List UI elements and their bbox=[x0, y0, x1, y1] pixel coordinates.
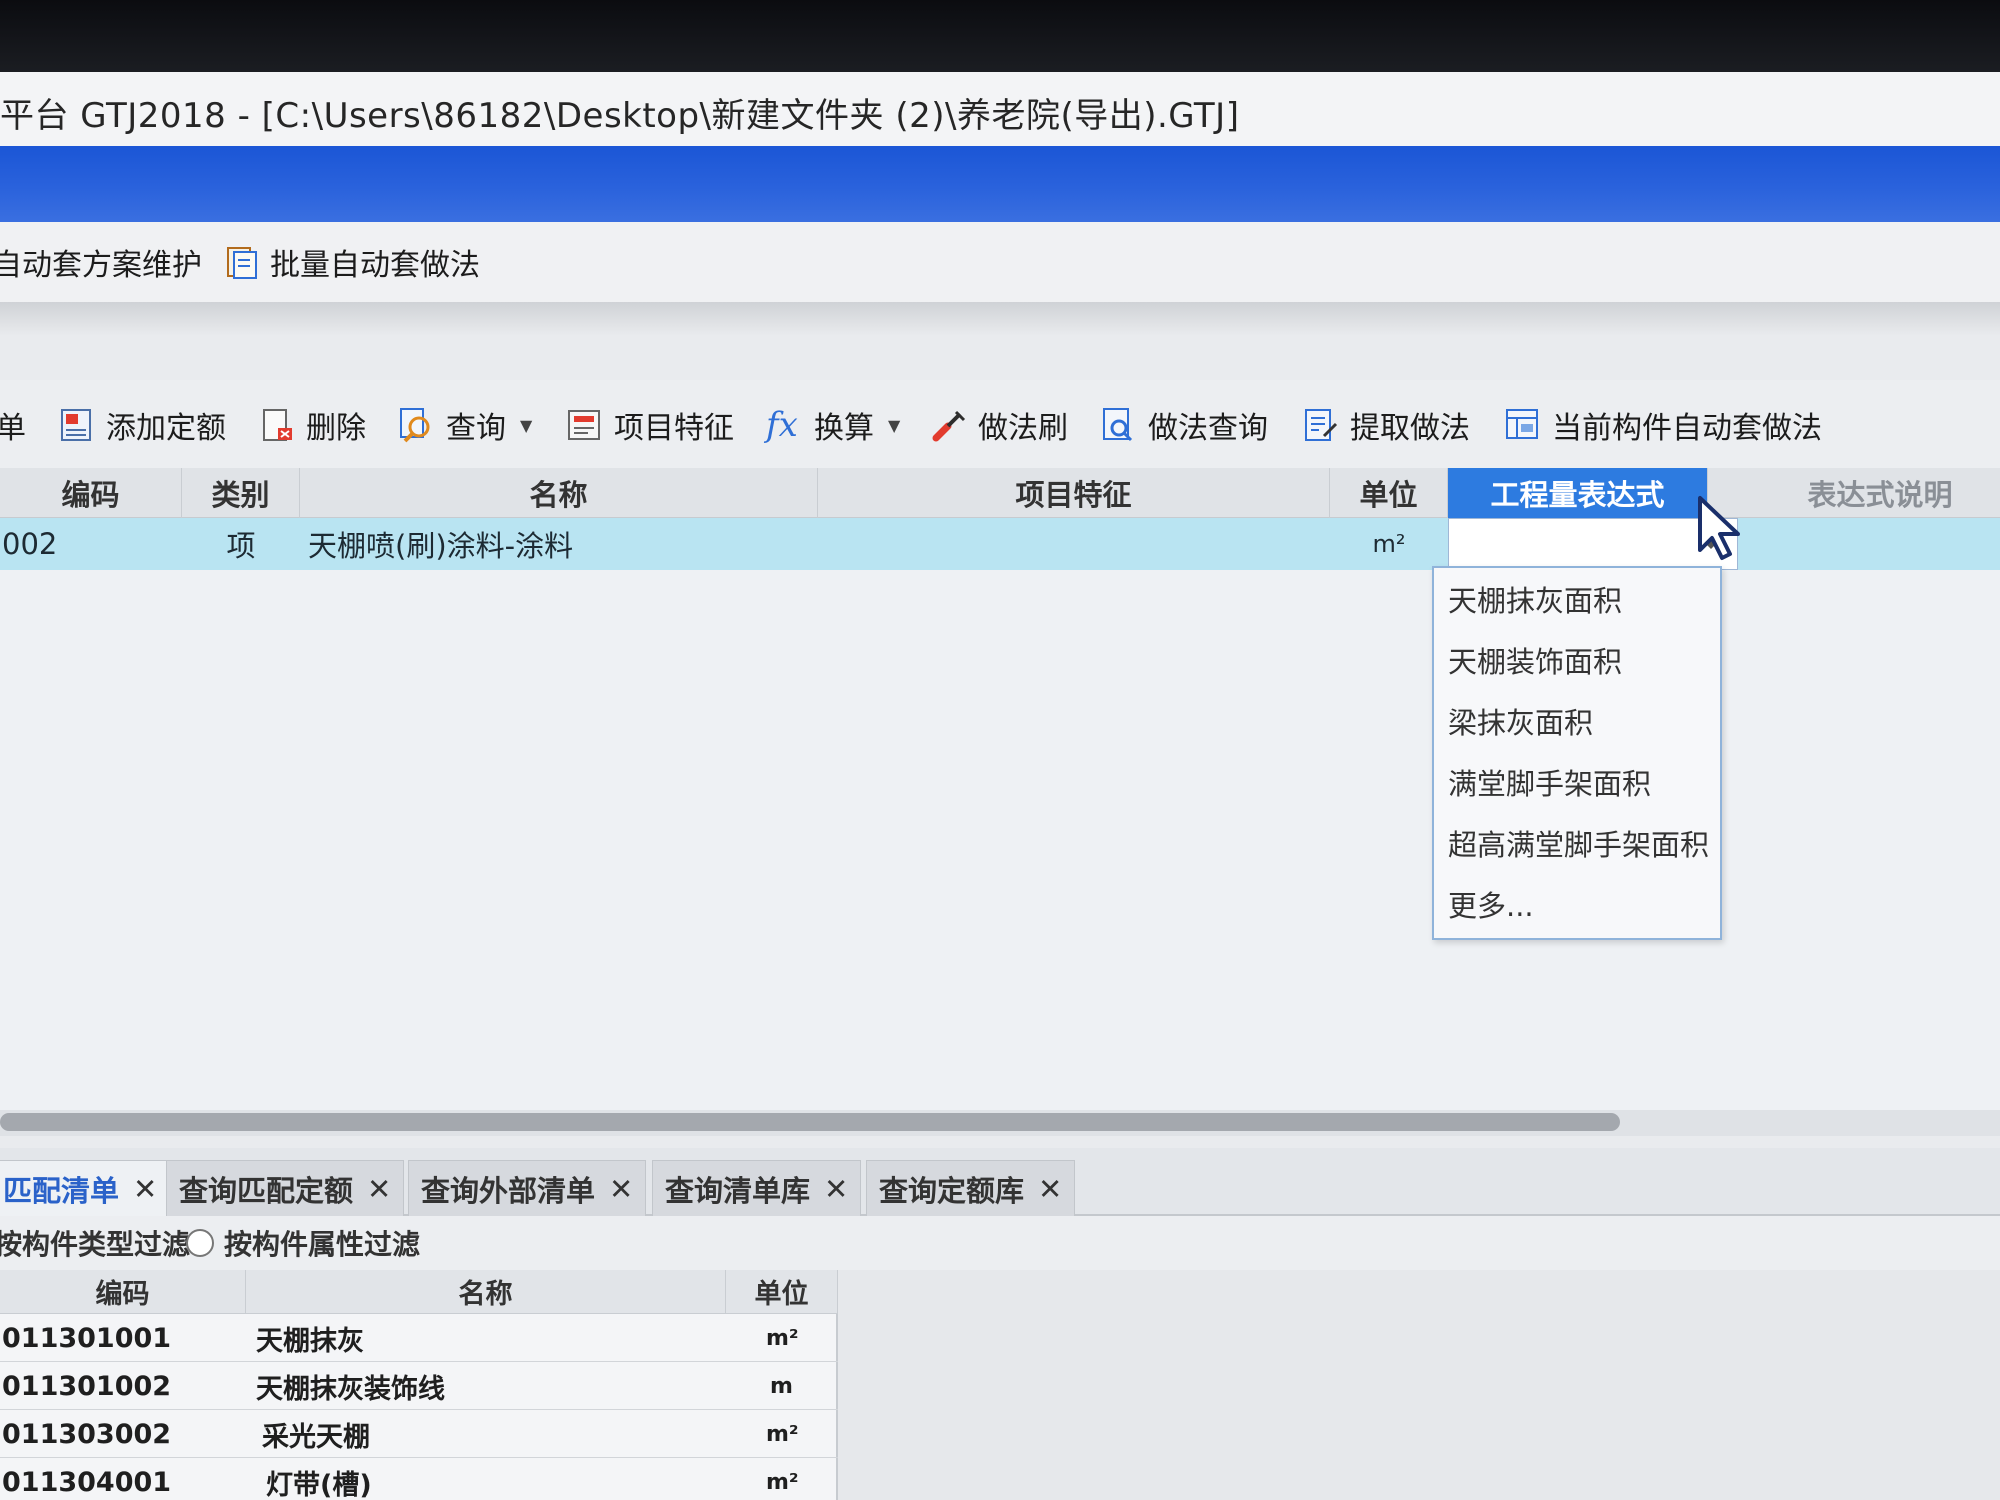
row-unit: m² bbox=[1372, 530, 1406, 558]
method-toolbar: 单 添加定额 删除 查询 ▼ 项目特征 fx 换算 ▼ 做法刷 做法查询 提取做… bbox=[0, 380, 2000, 470]
mouse-cursor-icon bbox=[1696, 494, 1744, 564]
search-icon bbox=[398, 406, 436, 444]
column-header-unit[interactable]: 单位 bbox=[1330, 468, 1448, 518]
filter-row: 按构件类型过滤 按构件属性过滤 bbox=[0, 1216, 2000, 1270]
method-query-label: 做法查询 bbox=[1148, 411, 1268, 446]
match-list-table: 编码 名称 单位 011301001 天棚抹灰 m² 011301002 天棚抹… bbox=[0, 1270, 838, 1500]
ribbon-separator bbox=[0, 302, 2000, 336]
ribbon-toolbar: 自动套方案维护 批量自动套做法 bbox=[0, 222, 2000, 302]
bottom-tab-bar: 匹配清单 ✕ 查询匹配定额 ✕ 查询外部清单 ✕ 查询清单库 ✕ 查询定额库 ✕ bbox=[0, 1148, 2000, 1216]
delete-icon bbox=[258, 406, 296, 444]
extract-method-button[interactable]: 提取做法 bbox=[1302, 380, 1470, 470]
delete-label: 删除 bbox=[306, 411, 366, 446]
feature-icon bbox=[566, 406, 604, 444]
horizontal-scrollbar-thumb[interactable] bbox=[0, 1113, 1620, 1131]
method-brush-label: 做法刷 bbox=[978, 411, 1068, 446]
chevron-down-icon[interactable]: ▼ bbox=[520, 416, 532, 435]
close-icon[interactable]: ✕ bbox=[133, 1172, 157, 1206]
ribbon-tab-bar bbox=[0, 146, 2000, 222]
tab-query-external-list[interactable]: 查询外部清单 ✕ bbox=[408, 1160, 647, 1216]
column-header-unit[interactable]: 单位 bbox=[726, 1270, 838, 1314]
fx-icon: fx bbox=[766, 405, 798, 445]
tab-query-match-quota[interactable]: 查询匹配定额 ✕ bbox=[166, 1160, 405, 1216]
table-row[interactable]: 011304001 灯带(槽) m² bbox=[0, 1458, 838, 1500]
add-quota-label: 添加定额 bbox=[106, 411, 226, 446]
detail-pane bbox=[838, 1270, 2000, 1500]
column-header-code[interactable]: 编码 bbox=[0, 1270, 246, 1314]
dropdown-option-more[interactable]: 更多... bbox=[1434, 873, 1720, 934]
query-label: 查询 bbox=[446, 411, 506, 446]
row-feature[interactable] bbox=[818, 518, 1330, 570]
radio-button[interactable] bbox=[186, 1229, 214, 1257]
dropdown-option-beam-plaster-area[interactable]: 梁抹灰面积 bbox=[1434, 690, 1720, 751]
list-button[interactable]: 单 bbox=[0, 380, 26, 470]
extract-method-label: 提取做法 bbox=[1350, 411, 1470, 446]
column-header-name[interactable]: 名称 bbox=[300, 468, 818, 518]
column-header-code[interactable]: 编码 bbox=[0, 468, 182, 518]
filter-by-attr-option[interactable]: 按构件属性过滤 bbox=[186, 1216, 420, 1270]
table-row[interactable]: 011301001 天棚抹灰 m² bbox=[0, 1314, 838, 1362]
project-feature-button[interactable]: 项目特征 bbox=[566, 380, 734, 470]
table-row[interactable]: 011301002 天棚抹灰装饰线 m bbox=[0, 1362, 838, 1410]
close-icon[interactable]: ✕ bbox=[367, 1172, 391, 1206]
column-header-expression[interactable]: 工程量表达式 bbox=[1448, 468, 1708, 518]
expression-dropdown-list: 天棚抹灰面积 天棚装饰面积 梁抹灰面积 满堂脚手架面积 超高满堂脚手架面积 更多… bbox=[1432, 566, 1722, 940]
batch-auto-apply-button[interactable]: 批量自动套做法 bbox=[224, 222, 480, 302]
title-bar: 平台 GTJ2018 - [C:\Users\86182\Desktop\新建文… bbox=[0, 72, 2000, 146]
dropdown-option-ceiling-plaster-area[interactable]: 天棚抹灰面积 bbox=[1434, 568, 1720, 629]
dropdown-option-ceiling-decoration-area[interactable]: 天棚装饰面积 bbox=[1434, 629, 1720, 690]
table-row[interactable]: 011303002 采光天棚 m² bbox=[0, 1410, 838, 1458]
list-label: 单 bbox=[0, 411, 26, 446]
project-feature-label: 项目特征 bbox=[614, 411, 734, 446]
batch-icon bbox=[224, 244, 260, 280]
close-icon[interactable]: ✕ bbox=[1038, 1172, 1062, 1206]
screen-bezel bbox=[0, 0, 2000, 72]
tab-match-list[interactable]: 匹配清单 ✕ bbox=[0, 1160, 171, 1216]
chevron-down-icon[interactable]: ▼ bbox=[888, 416, 900, 435]
close-icon[interactable]: ✕ bbox=[824, 1172, 848, 1206]
dropdown-option-full-scaffold-area[interactable]: 满堂脚手架面积 bbox=[1434, 751, 1720, 812]
batch-auto-apply-label: 批量自动套做法 bbox=[270, 248, 480, 283]
auto-scheme-maintain-button[interactable]: 自动套方案维护 bbox=[0, 222, 202, 302]
close-icon[interactable]: ✕ bbox=[609, 1172, 633, 1206]
column-header-expression-note[interactable]: 表达式说明 bbox=[1760, 468, 2000, 518]
tab-query-list-library[interactable]: 查询清单库 ✕ bbox=[652, 1160, 862, 1216]
method-query-icon bbox=[1100, 406, 1138, 444]
filter-by-type-option[interactable]: 按构件类型过滤 bbox=[0, 1216, 190, 1270]
delete-button[interactable]: 删除 bbox=[258, 380, 366, 470]
auto-apply-icon bbox=[1504, 406, 1542, 444]
tab-query-quota-library[interactable]: 查询定额库 ✕ bbox=[866, 1160, 1076, 1216]
brush-icon bbox=[930, 406, 968, 444]
row-name: 天棚喷(刷)涂料-涂料 bbox=[308, 529, 574, 563]
row-type: 项 bbox=[226, 529, 256, 563]
auto-apply-current-label: 当前构件自动套做法 bbox=[1552, 411, 1822, 446]
column-header-feature[interactable]: 项目特征 bbox=[818, 468, 1330, 518]
window-title: 平台 GTJ2018 - [C:\Users\86182\Desktop\新建文… bbox=[0, 96, 1240, 136]
method-query-button[interactable]: 做法查询 bbox=[1100, 380, 1268, 470]
auto-apply-current-button[interactable]: 当前构件自动套做法 bbox=[1504, 380, 1822, 470]
extract-icon bbox=[1302, 406, 1340, 444]
conversion-button[interactable]: fx 换算 ▼ bbox=[766, 380, 900, 470]
column-header-name[interactable]: 名称 bbox=[246, 1270, 726, 1314]
conversion-label: 换算 bbox=[814, 411, 874, 446]
add-quota-button[interactable]: 添加定额 bbox=[58, 380, 226, 470]
add-quota-icon bbox=[58, 406, 96, 444]
column-header-type[interactable]: 类别 bbox=[182, 468, 300, 518]
row-code: 002 bbox=[2, 527, 58, 561]
dropdown-option-super-high-scaffold-area[interactable]: 超高满堂脚手架面积 bbox=[1434, 812, 1720, 873]
method-brush-button[interactable]: 做法刷 bbox=[930, 380, 1068, 470]
query-button[interactable]: 查询 ▼ bbox=[398, 380, 532, 470]
expression-combobox[interactable] bbox=[1448, 518, 1738, 570]
auto-scheme-label: 自动套方案维护 bbox=[0, 248, 202, 283]
